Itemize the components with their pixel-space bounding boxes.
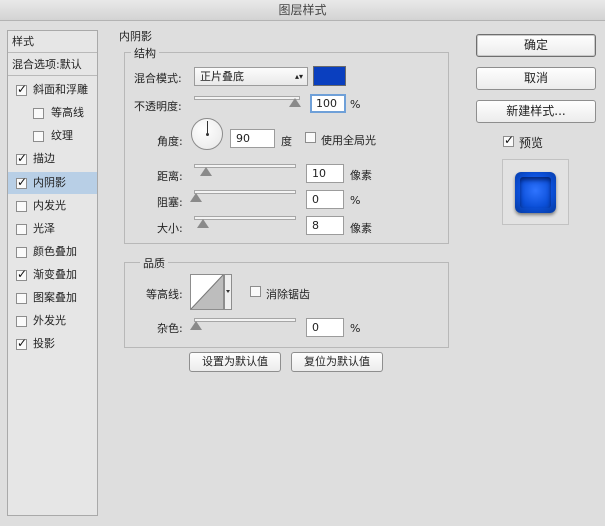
size-label: 大小: — [157, 222, 183, 235]
sidebar-item-drop-shadow[interactable]: 投影 — [8, 333, 97, 355]
section-title: 内阴影 — [119, 30, 152, 43]
size-slider-thumb[interactable] — [197, 219, 209, 228]
sidebar-item-label: 等高线 — [51, 106, 84, 119]
inner-shadow-checkbox[interactable] — [16, 174, 27, 190]
anti-alias-checkbox[interactable] — [250, 286, 261, 297]
chevron-updown-icon: ▴▾ — [294, 72, 303, 81]
pattern-overlay-checkbox[interactable] — [16, 293, 27, 304]
window-title: 图层样式 — [0, 0, 605, 21]
noise-slider-thumb[interactable] — [190, 321, 202, 330]
size-input[interactable]: 8 — [306, 216, 344, 235]
quality-group-title: 品质 — [140, 255, 168, 271]
choke-unit: % — [350, 194, 361, 207]
angle-dial-center — [206, 133, 209, 136]
drop-shadow-checkbox[interactable] — [16, 335, 27, 351]
sidebar-item-label: 渐变叠加 — [33, 268, 77, 281]
preview-inner-shadow — [520, 177, 551, 208]
sidebar-item-gradient-overlay[interactable]: 渐变叠加 — [8, 264, 97, 286]
opacity-input[interactable]: 100 — [310, 94, 346, 113]
sidebar-item-bevel-emboss[interactable]: 斜面和浮雕 — [8, 79, 97, 101]
preview-swatch — [515, 172, 556, 213]
sidebar-item-label: 样式 — [12, 35, 34, 48]
contour-curve-icon — [190, 274, 232, 310]
size-slider[interactable] — [194, 216, 296, 220]
cancel-button[interactable]: 取消 — [476, 67, 596, 90]
ok-button[interactable]: 确定 — [476, 34, 596, 57]
noise-label: 杂色: — [157, 322, 183, 335]
sidebar-item-stroke[interactable]: 描边 — [8, 148, 97, 170]
sidebar-item-label: 光泽 — [33, 222, 55, 235]
sidebar-item-outer-glow[interactable]: 外发光 — [8, 310, 97, 332]
reset-default-button[interactable]: 复位为默认值 — [291, 352, 383, 372]
sidebar-item-color-overlay[interactable]: 颜色叠加 — [8, 241, 97, 263]
sidebar-item-label: 图案叠加 — [33, 291, 77, 304]
choke-slider-thumb[interactable] — [190, 193, 202, 202]
sidebar-item-label: 斜面和浮雕 — [33, 83, 88, 96]
sidebar-item-blending-options[interactable]: 混合选项:默认 — [8, 54, 97, 76]
sidebar-item-label: 纹理 — [51, 129, 73, 142]
shadow-color-swatch[interactable] — [313, 66, 346, 86]
distance-label: 距离: — [157, 170, 183, 183]
bevel-emboss-checkbox[interactable] — [16, 81, 27, 97]
opacity-slider[interactable] — [194, 96, 300, 100]
size-unit: 像素 — [350, 222, 372, 235]
structure-group-title: 结构 — [131, 45, 159, 61]
sidebar-item-label: 混合选项:默认 — [12, 58, 82, 71]
angle-unit: 度 — [281, 135, 292, 148]
texture-checkbox[interactable] — [33, 131, 44, 142]
choke-label: 阻塞: — [157, 196, 183, 209]
sidebar-item-texture[interactable]: 纹理 — [8, 125, 97, 147]
global-light-label: 使用全局光 — [321, 134, 376, 147]
sidebar-item-styles[interactable]: 样式 — [8, 31, 97, 53]
distance-input[interactable]: 10 — [306, 164, 344, 183]
sidebar-item-label: 外发光 — [33, 314, 66, 327]
sidebar-item-label: 颜色叠加 — [33, 245, 77, 258]
blend-mode-value: 正片叠底 — [200, 70, 244, 83]
sidebar-item-pattern-overlay[interactable]: 图案叠加 — [8, 287, 97, 309]
angle-dial[interactable] — [191, 118, 223, 150]
sidebar-item-label: 投影 — [33, 337, 55, 350]
distance-slider-thumb[interactable] — [200, 167, 212, 176]
sidebar-item-label: 内阴影 — [33, 176, 66, 189]
gradient-overlay-checkbox[interactable] — [16, 266, 27, 282]
distance-unit: 像素 — [350, 169, 372, 182]
angle-input[interactable]: 90 — [230, 129, 275, 148]
style-list: 样式 混合选项:默认 斜面和浮雕 等高线 纹理 描边 内阴影 内发光 光泽 颜色… — [7, 30, 98, 516]
angle-label: 角度: — [157, 135, 183, 148]
contour-picker[interactable] — [190, 274, 232, 310]
blend-mode-label: 混合模式: — [134, 72, 182, 85]
opacity-unit: % — [350, 98, 361, 111]
anti-alias-label: 消除锯齿 — [266, 288, 310, 301]
sidebar-item-inner-glow[interactable]: 内发光 — [8, 195, 97, 217]
opacity-label: 不透明度: — [134, 100, 182, 113]
new-style-button[interactable]: 新建样式... — [476, 100, 596, 123]
sidebar-item-contour[interactable]: 等高线 — [8, 102, 97, 124]
sidebar-item-label: 内发光 — [33, 199, 66, 212]
inner-glow-checkbox[interactable] — [16, 201, 27, 212]
style-preview-box — [502, 159, 569, 225]
set-default-button[interactable]: 设置为默认值 — [189, 352, 281, 372]
stroke-checkbox[interactable] — [16, 150, 27, 166]
noise-unit: % — [350, 322, 361, 335]
global-light-checkbox[interactable] — [305, 132, 316, 143]
opacity-slider-thumb[interactable] — [289, 98, 301, 107]
preview-checkbox[interactable] — [503, 132, 514, 148]
sidebar-item-inner-shadow[interactable]: 内阴影 — [8, 172, 97, 194]
choke-input[interactable]: 0 — [306, 190, 344, 209]
sidebar-item-label: 描边 — [33, 152, 55, 165]
color-overlay-checkbox[interactable] — [16, 247, 27, 258]
noise-input[interactable]: 0 — [306, 318, 344, 337]
contour-label: 等高线: — [146, 288, 183, 301]
outer-glow-checkbox[interactable] — [16, 316, 27, 327]
contour-checkbox[interactable] — [33, 108, 44, 119]
preview-label: 预览 — [519, 136, 544, 150]
choke-slider[interactable] — [194, 190, 296, 194]
noise-slider[interactable] — [194, 318, 296, 322]
sidebar-item-satin[interactable]: 光泽 — [8, 218, 97, 240]
satin-checkbox[interactable] — [16, 224, 27, 235]
blend-mode-select[interactable]: 正片叠底 ▴▾ — [194, 67, 308, 86]
